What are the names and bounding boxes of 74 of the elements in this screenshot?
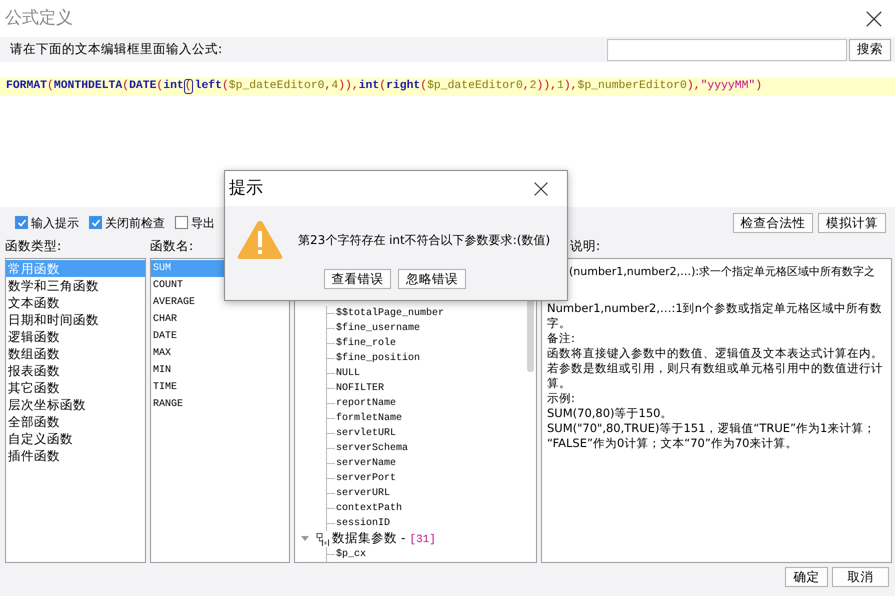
tree-item[interactable]: reportName — [336, 396, 396, 411]
function-name-item[interactable]: CHAR — [151, 311, 289, 328]
function-type-item[interactable]: 逻辑函数 — [6, 328, 145, 345]
checkbox[interactable] — [175, 216, 188, 229]
description-text: (number1,number2,…):求一个指定单元格区域中所有数字之 — [569, 265, 876, 278]
description-text: 函数将直接键入参数中的数值、逻辑值及文本表达式计算在内。 — [547, 346, 883, 360]
tree-group-label[interactable]: 数据集参数 - [31] — [332, 529, 436, 549]
tree-item[interactable]: serverURL — [336, 486, 390, 501]
search-button[interactable]: 搜索 — [849, 38, 891, 60]
warning-icon — [236, 219, 284, 261]
function-name-item[interactable]: DATE — [151, 328, 289, 345]
description-text: SUM(70,80)等于150。 — [547, 406, 672, 420]
function-type-item[interactable]: 其它函数 — [6, 379, 145, 396]
function-type-item[interactable]: 层次坐标函数 — [6, 396, 145, 413]
tree-item[interactable]: NOFILTER — [336, 381, 384, 396]
check-icon — [90, 218, 100, 228]
tree-item[interactable]: serverPort — [336, 471, 396, 486]
tree-item[interactable]: contextPath — [336, 501, 402, 516]
ignore-error-button[interactable]: 忽略错误 — [398, 269, 466, 289]
tree-item[interactable]: servletURL — [336, 426, 396, 441]
simulate-button[interactable]: 模拟计算 — [818, 212, 886, 232]
function-name-item[interactable]: TIME — [151, 379, 289, 396]
function-name-label: 函数名: — [150, 238, 194, 254]
function-type-item[interactable]: 日期和时间函数 — [6, 311, 145, 328]
prompt-label: 请在下面的文本编辑框里面输入公式: — [10, 40, 224, 58]
ok-button[interactable]: 确定 — [785, 567, 828, 587]
description-text: 算。 — [547, 376, 571, 390]
checkbox-label: 输入提示 — [31, 214, 79, 232]
check-button[interactable]: 检查合法性 — [733, 212, 813, 232]
checkbox[interactable] — [89, 216, 102, 229]
function-type-item[interactable]: 插件函数 — [6, 447, 145, 464]
function-type-item[interactable]: 报表函数 — [6, 362, 145, 379]
description-text: 若参数是数组或引用，则只有数组或单元格引用中的数值进行计 — [547, 361, 883, 375]
dialog-message: 第23个字符存在 int不符合以下参数要求:(数值) — [298, 232, 550, 249]
description-text: 字。 — [547, 316, 571, 330]
checkbox-label: 导出 — [191, 214, 215, 232]
tree-item[interactable]: sessionID — [336, 516, 390, 531]
view-error-button[interactable]: 查看错误 — [324, 269, 391, 289]
description-text: Number1,number2,…:1到n个参数或指定单元格区域中所有数 — [547, 301, 882, 315]
window-title: 公式定义 — [5, 6, 73, 30]
function-type-item[interactable]: 数组函数 — [6, 345, 145, 362]
dataset-icon — [316, 532, 330, 546]
description-text: 备注: — [547, 331, 575, 345]
close-icon[interactable] — [865, 10, 883, 28]
expand-caret-icon[interactable] — [301, 536, 309, 542]
function-type-item[interactable]: 数学和三角函数 — [6, 277, 145, 294]
function-type-item[interactable]: 文本函数 — [6, 294, 145, 311]
function-type-item[interactable]: 自定义函数 — [6, 430, 145, 447]
description-text: “FALSE”作为0计算；文本“70”作为70来计算。 — [547, 436, 798, 450]
checkbox[interactable] — [15, 216, 28, 229]
tree-item[interactable]: NULL — [336, 366, 360, 381]
function-name-item[interactable]: MAX — [151, 345, 289, 362]
tree-item[interactable]: formletName — [336, 411, 402, 426]
tree-item[interactable]: serverSchema — [336, 441, 408, 456]
tree-item[interactable]: $p_cx — [336, 547, 366, 562]
formula-text: FORMAT(MONTHDELTA(DATE(int( left($p_dateEditor0,4)),int(right($p_dateEditor0,2)),1),$p_numberEditor0),"yyyyMM") — [6, 78, 762, 96]
function-name-item[interactable]: MIN — [151, 362, 289, 379]
tree-item[interactable]: $fine_role — [336, 336, 396, 351]
check-icon — [16, 218, 26, 228]
function-type-item[interactable]: 全部函数 — [6, 413, 145, 430]
tree-item[interactable]: $fine_position — [336, 351, 420, 366]
tree-item[interactable]: $fine_username — [336, 321, 420, 336]
cancel-button[interactable]: 取消 — [832, 567, 889, 587]
tree-item[interactable]: serverName — [336, 456, 396, 471]
close-icon[interactable] — [533, 180, 549, 196]
search-field[interactable] — [607, 38, 847, 60]
tree-item[interactable]: $$totalPage_number — [336, 306, 444, 321]
dialog-title: 提示 — [229, 176, 263, 200]
function-type-label: 函数类型: — [4, 237, 62, 256]
checkbox-label: 关闭前检查 — [105, 214, 165, 232]
description-text: SUM("70",80,TRUE)等于151，逻辑值“TRUE”作为1来计算； — [547, 421, 876, 435]
function-name-item[interactable]: RANGE — [151, 396, 289, 413]
description-label: 说明: — [570, 237, 600, 256]
description-text: 示例: — [547, 391, 575, 405]
